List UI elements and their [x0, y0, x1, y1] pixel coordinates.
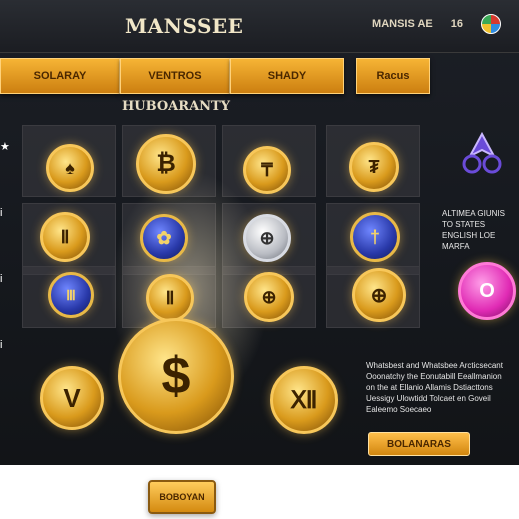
- coin-button[interactable]: ₮: [349, 142, 399, 192]
- tab-shady[interactable]: SHADY: [230, 58, 344, 94]
- coin-button[interactable]: ♠: [46, 144, 94, 192]
- coin-glyph: O: [479, 279, 495, 302]
- app-title: MANSSEE: [125, 14, 244, 38]
- tab-bar: SOLARAY VENTROS SHADY Racus: [0, 58, 450, 94]
- coin-button[interactable]: Ⅱ: [40, 212, 90, 262]
- coin-glyph: ⊕: [370, 284, 388, 307]
- description-text: Whatsbest and Whatsbee Arcticsecant Ooon…: [366, 361, 503, 414]
- coin-button[interactable]: Ⅲ: [48, 272, 94, 318]
- left-strip-item[interactable]: ★: [0, 140, 14, 153]
- coin-glyph: ⊕: [259, 227, 275, 248]
- cta-button[interactable]: BOLANARAS: [368, 432, 470, 456]
- left-strip-item[interactable]: i: [0, 207, 14, 219]
- crest-icon[interactable]: [460, 130, 504, 180]
- coin-button[interactable]: ✿: [140, 214, 188, 262]
- coin-button[interactable]: Ⅻ: [270, 366, 338, 434]
- right-panel-text: ALTIMEA GIUNIS TO STATES ENGLISH LOE MAR…: [442, 209, 505, 251]
- coin-button[interactable]: ₸: [243, 146, 291, 194]
- tab-racus[interactable]: Racus: [356, 58, 430, 94]
- featured-coin[interactable]: $: [118, 318, 234, 434]
- coin-button[interactable]: ₿: [136, 134, 196, 194]
- top-bar: MANSSEE MANSIS AE 16: [0, 0, 519, 53]
- left-strip-item[interactable]: i: [0, 273, 14, 285]
- coin-glyph: ₿: [156, 150, 176, 177]
- tab-solaray[interactable]: SOLARAY: [0, 58, 120, 94]
- coin-button[interactable]: Ⅱ: [146, 274, 194, 322]
- app-window: MANSSEE MANSIS AE 16 SOLARAY VENTROS SHA…: [0, 0, 519, 465]
- coin-button[interactable]: ⊕: [244, 272, 294, 322]
- coin-button[interactable]: ⊕: [243, 214, 291, 262]
- coin-glyph: Ⅱ: [165, 287, 175, 308]
- coin-glyph: Ⅲ: [66, 286, 76, 303]
- coin-glyph: ₸: [261, 159, 273, 180]
- coin-button[interactable]: O: [458, 262, 516, 320]
- section-title: HUBOARANTY: [122, 99, 230, 114]
- coin-button[interactable]: ⊕: [352, 268, 406, 322]
- tab-ventros[interactable]: VENTROS: [120, 58, 230, 94]
- coin-glyph: Ⅻ: [290, 386, 318, 414]
- left-strip: ★ i i i: [0, 140, 14, 405]
- bottom-button[interactable]: BOBOYAN: [148, 480, 216, 514]
- coin-glyph: $: [161, 347, 191, 405]
- notification-count[interactable]: 16: [451, 18, 463, 30]
- coin-glyph: ₮: [368, 156, 380, 177]
- left-strip-item[interactable]: i: [0, 339, 14, 351]
- coin-glyph: ♠: [65, 157, 75, 178]
- coin-button[interactable]: V: [40, 366, 104, 430]
- coin-glyph: ⊕: [261, 286, 277, 307]
- coin-glyph: ✿: [156, 227, 172, 248]
- coin-glyph: V: [63, 382, 81, 413]
- globe-icon[interactable]: [481, 14, 501, 34]
- account-label[interactable]: MANSIS AE: [372, 18, 433, 30]
- coin-glyph: Ⅱ: [60, 226, 70, 247]
- coin-glyph: †: [369, 226, 380, 247]
- coin-button[interactable]: †: [350, 212, 400, 262]
- top-right-group: MANSIS AE 16: [372, 14, 501, 34]
